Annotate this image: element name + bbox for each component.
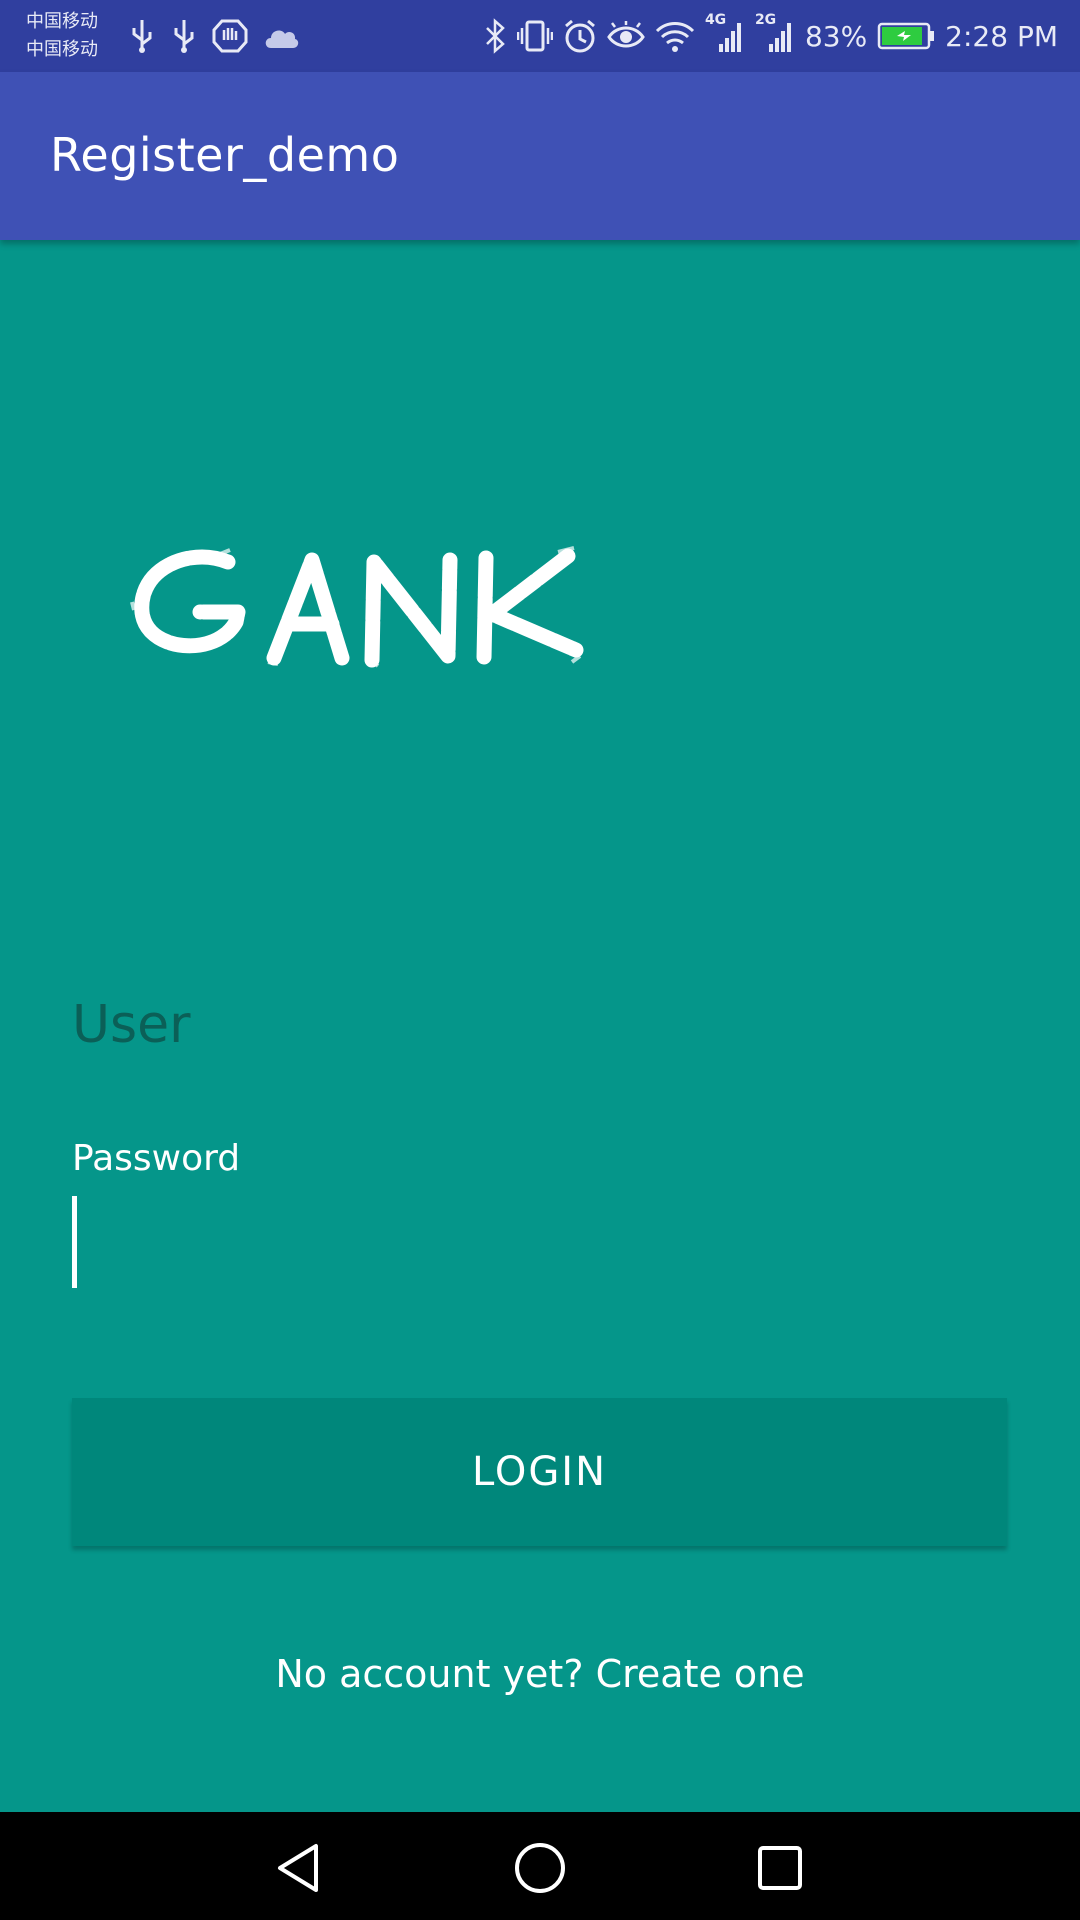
clock: 2:28 PM (945, 19, 1058, 53)
bluetooth-icon (483, 18, 507, 54)
signal-icon: 4G (705, 12, 745, 54)
battery-charging-icon (877, 21, 935, 51)
app-bar: Register_demo (0, 72, 1080, 240)
alarm-icon (563, 18, 597, 54)
usb-icon (128, 18, 156, 54)
carrier-label: 中国移动 (26, 39, 98, 60)
battery-percent: 83% (804, 19, 868, 53)
carrier-info: 中国移动 中国移动 (26, 8, 98, 64)
password-label: Password (72, 1138, 241, 1179)
signal-icon: 2G (755, 12, 795, 54)
login-button-label: LOGIN (471, 1449, 608, 1495)
usb-icon (170, 18, 198, 54)
vibrate-icon (516, 18, 553, 54)
recents-icon[interactable] (748, 1836, 812, 1900)
home-icon[interactable] (508, 1836, 572, 1900)
text-cursor (72, 1196, 77, 1288)
username-field[interactable]: User (72, 990, 1008, 1070)
app-title: Register_demo (50, 128, 400, 182)
eye-icon (607, 21, 645, 51)
navigation-bar (0, 1812, 1080, 1920)
password-field[interactable] (72, 1190, 1008, 1290)
carrier-label: 中国移动 (26, 11, 98, 32)
status-bar: 中国移动 中国移动 4G 2G 83% 2:28 PM (0, 0, 1080, 72)
back-icon[interactable] (268, 1836, 332, 1900)
network-type-label: 2G (754, 12, 777, 28)
username-hint: User (72, 995, 191, 1055)
cloud-icon (262, 22, 300, 50)
login-button[interactable]: LOGIN (72, 1398, 1007, 1546)
wifi-icon (655, 19, 695, 53)
gank-logo (128, 540, 598, 680)
hand-icon (212, 18, 248, 54)
create-account-link[interactable]: No account yet? Create one (0, 1652, 1080, 1696)
network-type-label: 4G (704, 12, 727, 28)
